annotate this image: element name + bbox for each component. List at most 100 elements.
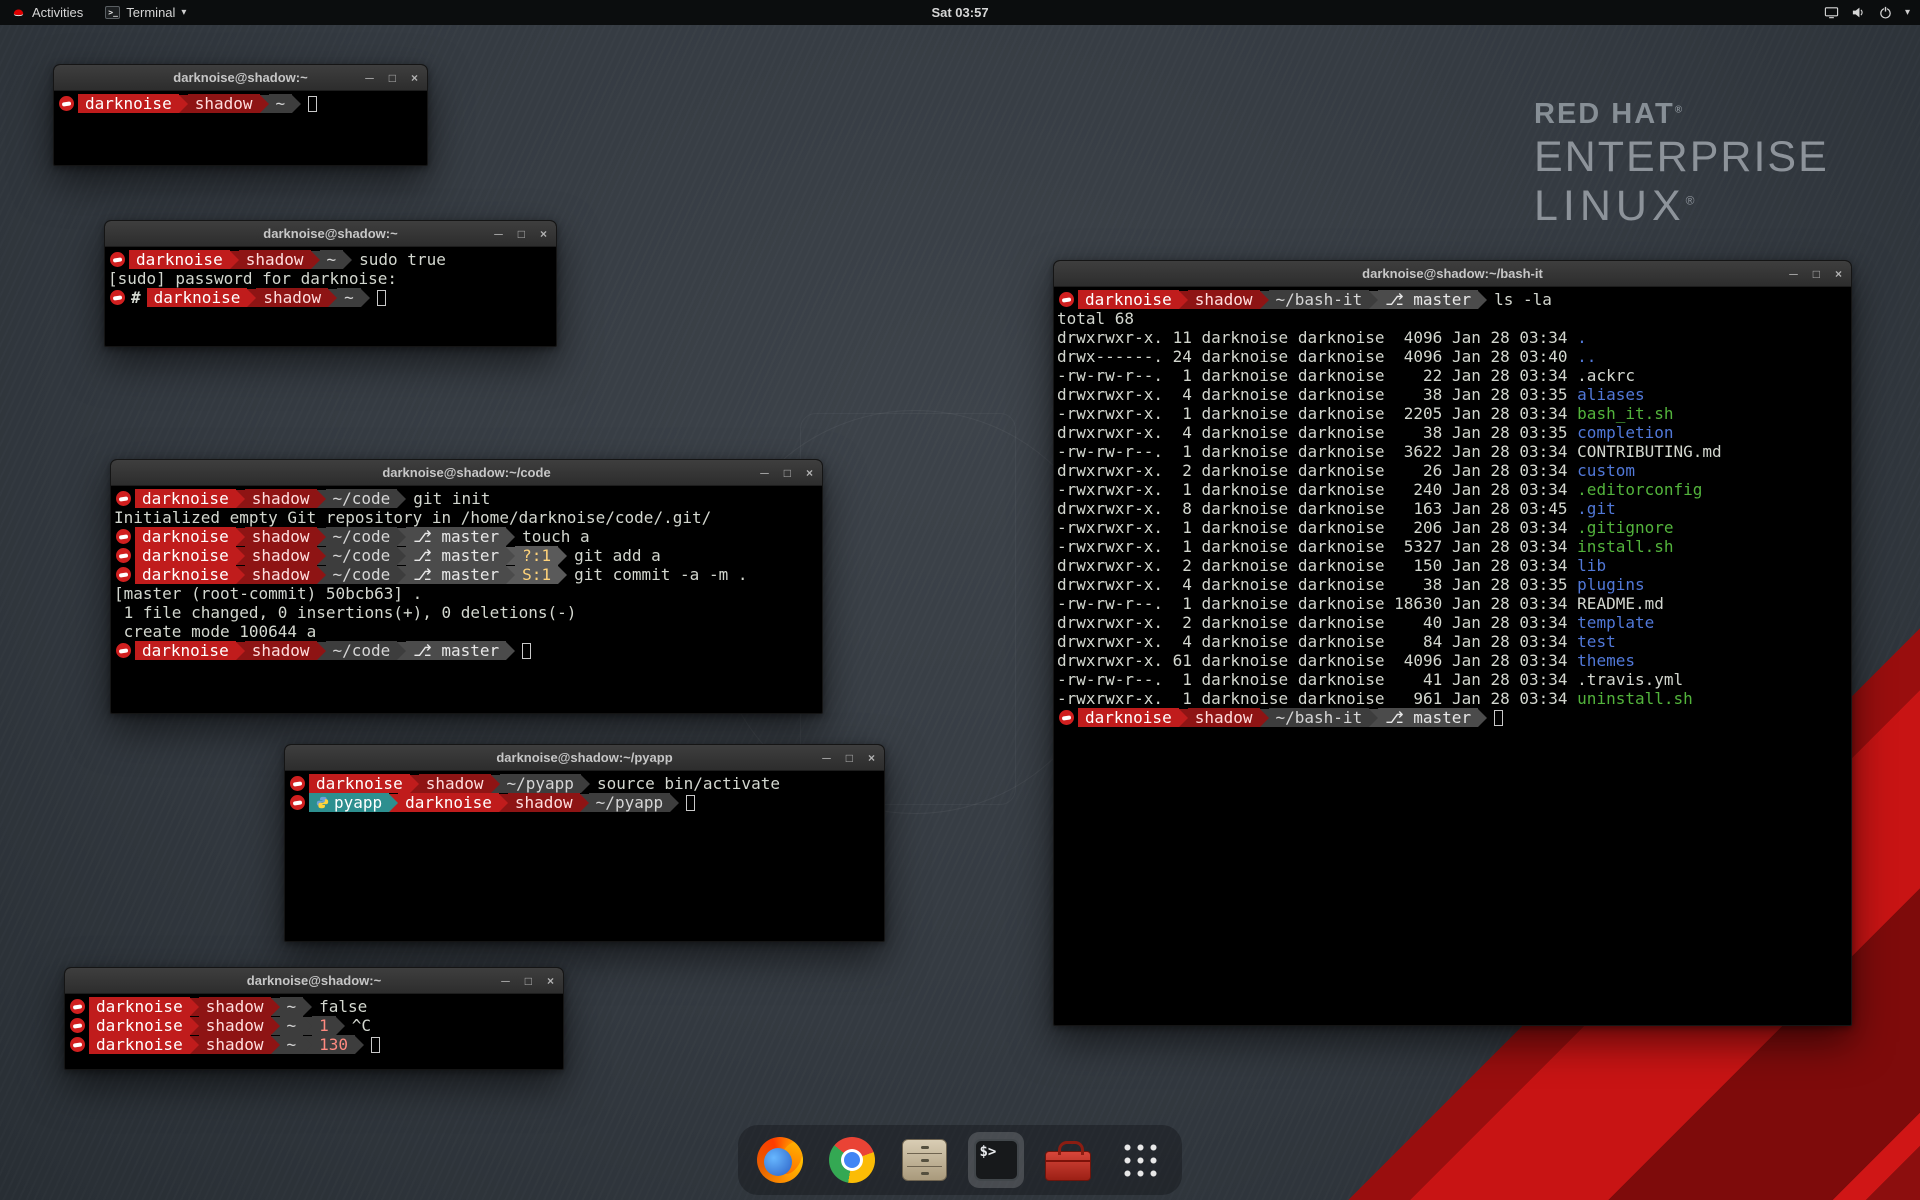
powerline-separator-icon <box>491 775 500 793</box>
maximize-button[interactable]: □ <box>846 752 853 764</box>
maximize-button[interactable]: □ <box>518 228 525 240</box>
minimize-button[interactable]: ─ <box>822 752 831 764</box>
power-icon[interactable] <box>1878 5 1893 20</box>
maximize-button[interactable]: □ <box>525 975 532 987</box>
terminal-content[interactable]: darknoiseshadow~/bash-it⎇ masterls -lato… <box>1054 287 1851 730</box>
terminal-line: -rwxrwxr-x. 1 darknoise darknoise 206 Ja… <box>1057 518 1848 537</box>
prompt-segment-path: ~/bash-it <box>1269 708 1370 727</box>
close-button[interactable]: × <box>411 72 418 84</box>
output-text: drwxrwxr-x. 2 darknoise darknoise 40 Jan… <box>1057 613 1577 632</box>
prompt-segment-host: shadow <box>199 1035 271 1054</box>
prompt-segment-git: ⎇ master <box>1378 290 1478 309</box>
close-button[interactable]: × <box>547 975 554 987</box>
dock-item-chrome[interactable] <box>824 1132 880 1188</box>
minimize-button[interactable]: ─ <box>365 72 374 84</box>
minimize-button[interactable]: ─ <box>501 975 510 987</box>
terminal-content[interactable]: darknoiseshadow~ <box>54 91 427 116</box>
terminal-window-home-small[interactable]: darknoise@shadow:~ ─ □ × darknoiseshadow~ <box>53 64 428 166</box>
terminal-line: darknoiseshadow~/code⎇ mastertouch a <box>114 527 819 546</box>
window-titlebar[interactable]: darknoise@shadow:~/pyapp ─ □ × <box>285 745 884 771</box>
system-menu-chevron-icon[interactable]: ▾ <box>1905 7 1910 18</box>
terminal-content[interactable]: darknoiseshadow~/pyappsource bin/activat… <box>285 771 884 815</box>
powerline-separator-icon <box>311 251 320 269</box>
terminal-line: darknoiseshadow~sudo true <box>108 250 553 269</box>
redhat-prompt-icon <box>116 548 131 563</box>
redhat-prompt-icon <box>70 999 85 1014</box>
terminal-line: drwx------. 24 darknoise darknoise 4096 … <box>1057 347 1848 366</box>
window-title: darknoise@shadow:~ <box>263 226 397 241</box>
close-button[interactable]: × <box>540 228 547 240</box>
output-text: completion <box>1577 423 1673 442</box>
close-button[interactable]: × <box>1835 268 1842 280</box>
minimize-button[interactable]: ─ <box>1789 268 1798 280</box>
maximize-button[interactable]: □ <box>784 467 791 479</box>
app-menu-terminal[interactable]: >_ Terminal ▾ <box>94 0 197 25</box>
redhat-prompt-icon <box>110 290 125 305</box>
dock-item-app-grid[interactable] <box>1112 1132 1168 1188</box>
maximize-button[interactable]: □ <box>1813 268 1820 280</box>
terminal-line: darknoiseshadow~/code⎇ masterS:1git comm… <box>114 565 819 584</box>
window-titlebar[interactable]: darknoise@shadow:~ ─ □ × <box>54 65 427 91</box>
maximize-button[interactable]: □ <box>389 72 396 84</box>
window-controls: ─ □ × <box>365 65 418 90</box>
redhat-prompt-icon <box>290 776 305 791</box>
prompt-segment-user: darknoise <box>89 1016 190 1035</box>
prompt-segment-git: ⎇ master <box>406 565 506 584</box>
close-button[interactable]: × <box>868 752 875 764</box>
dock-item-toolbox[interactable] <box>1040 1132 1096 1188</box>
powerline-separator-icon <box>506 566 515 584</box>
terminal-line: -rwxrwxr-x. 1 darknoise darknoise 2205 J… <box>1057 404 1848 423</box>
dock-item-terminal[interactable]: $> <box>968 1132 1024 1188</box>
window-titlebar[interactable]: darknoise@shadow:~ ─ □ × <box>105 221 556 247</box>
powerline-separator-icon <box>355 1036 364 1054</box>
prompt-segment-host: shadow <box>239 250 311 269</box>
terminal-line: -rwxrwxr-x. 1 darknoise darknoise 240 Ja… <box>1057 480 1848 499</box>
activities-button[interactable]: Activities <box>0 0 94 25</box>
powerline-separator-icon <box>190 1036 199 1054</box>
minimize-button[interactable]: ─ <box>494 228 503 240</box>
terminal-cursor <box>371 1037 380 1053</box>
powerline-separator-icon <box>317 490 326 508</box>
terminal-content[interactable]: darknoiseshadow~/codegit initInitialized… <box>111 486 822 663</box>
terminal-window-pyapp[interactable]: darknoise@shadow:~/pyapp ─ □ × darknoiseshad… <box>284 744 885 942</box>
minimize-button[interactable]: ─ <box>760 467 769 479</box>
dock-item-firefox[interactable] <box>752 1132 808 1188</box>
clock[interactable]: Sat 03:57 <box>931 5 988 20</box>
output-text: -rw-rw-r--. 1 darknoise darknoise 22 Jan… <box>1057 366 1577 385</box>
output-text: [sudo] password for darknoise: <box>108 269 397 288</box>
terminal-window-exitcodes[interactable]: darknoise@shadow:~─□×darknoiseshadow~fal… <box>64 967 564 1070</box>
powerline-separator-icon <box>292 95 301 113</box>
output-text: -rw-rw-r--. 1 darknoise darknoise 3622 J… <box>1057 442 1577 461</box>
activities-label: Activities <box>32 5 83 20</box>
window-title: darknoise@shadow:~/pyapp <box>496 750 672 765</box>
prompt-segment-user: darknoise <box>135 565 236 584</box>
close-button[interactable]: × <box>806 467 813 479</box>
terminal-content[interactable]: darknoiseshadow~falsedarknoiseshadow~1^C… <box>65 994 563 1057</box>
command-text: git add a <box>574 546 661 565</box>
output-text: -rw-rw-r--. 1 darknoise darknoise 18630 … <box>1057 594 1577 613</box>
prompt-segment-user: darknoise <box>309 774 410 793</box>
output-text: template <box>1577 613 1654 632</box>
terminal-content[interactable]: darknoiseshadow~sudo true[sudo] password… <box>105 247 556 310</box>
rhel-branding: RED HAT® ENTERPRISE LINUX® <box>1534 98 1829 231</box>
window-titlebar[interactable]: darknoise@shadow:~/code─□× <box>111 460 822 486</box>
files-icon <box>902 1139 947 1181</box>
terminal-window-bash-it[interactable]: darknoise@shadow:~/bash-it─□×darknoisesh… <box>1053 260 1852 1026</box>
prompt-segment-host: shadow <box>199 1016 271 1035</box>
terminal-line: -rw-rw-r--. 1 darknoise darknoise 3622 J… <box>1057 442 1848 461</box>
powerline-separator-icon <box>303 998 312 1016</box>
prompt-segment-path: ~/code <box>326 489 398 508</box>
window-titlebar[interactable]: darknoise@shadow:~ ─ □ × <box>65 968 563 994</box>
terminal-window-code[interactable]: darknoise@shadow:~/code─□×darknoiseshado… <box>110 459 823 714</box>
dock: $> <box>738 1125 1182 1195</box>
prompt-segment-path: ~ <box>280 1035 304 1054</box>
dock-item-files[interactable] <box>896 1132 952 1188</box>
window-title: darknoise@shadow:~ <box>247 973 381 988</box>
volume-icon[interactable] <box>1851 5 1866 20</box>
window-titlebar[interactable]: darknoise@shadow:~/bash-it─□× <box>1054 261 1851 287</box>
prompt-segment-git: ⎇ master <box>406 546 506 565</box>
prompt-segment-host: shadow <box>245 489 317 508</box>
terminal-window-sudo[interactable]: darknoise@shadow:~ ─ □ × darknoiseshadow~sud… <box>104 220 557 347</box>
window-title: darknoise@shadow:~ <box>173 70 307 85</box>
display-settings-icon[interactable] <box>1824 5 1839 20</box>
